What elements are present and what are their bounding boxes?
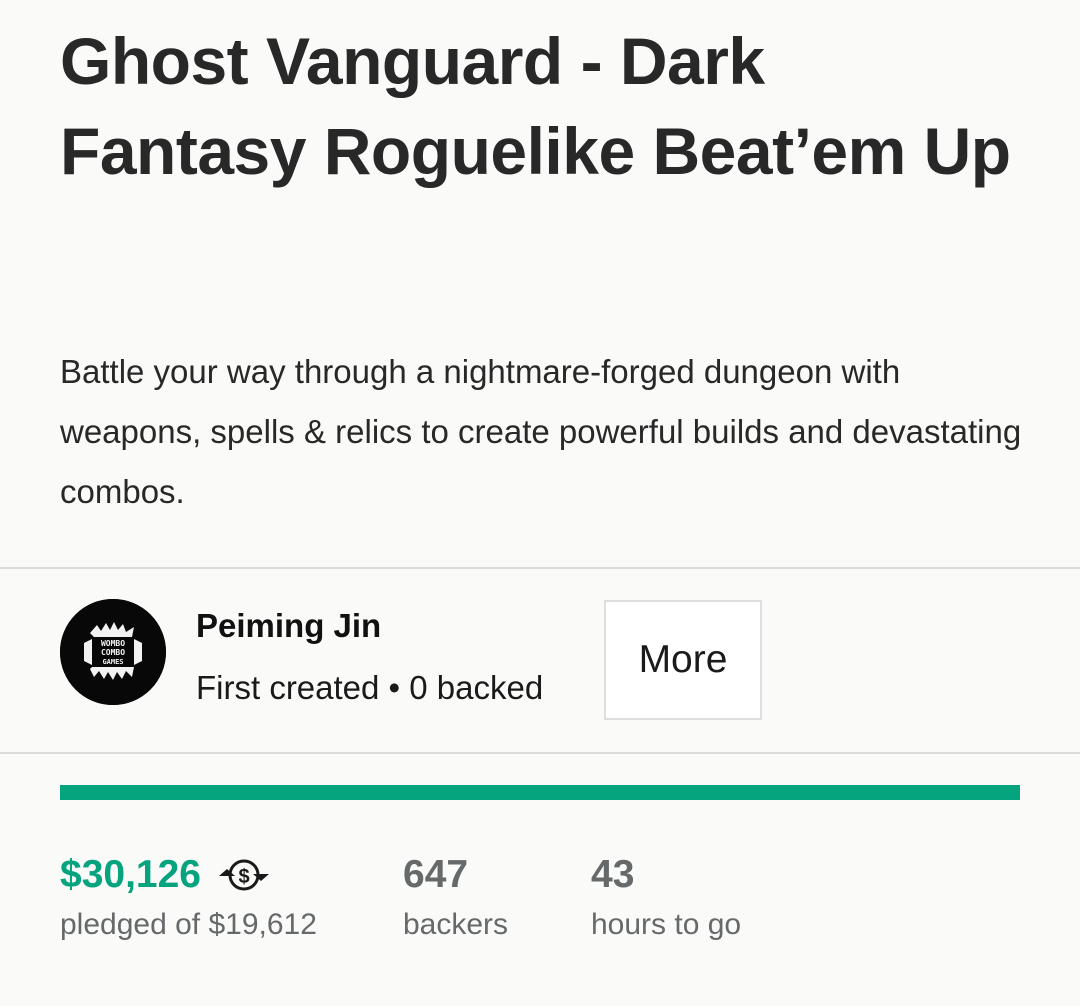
creator-stats: First created • 0 backed (196, 669, 544, 706)
project-page: Ghost Vanguard - Dark Fantasy Roguelike … (0, 0, 1080, 1006)
currency-conversion-icon[interactable]: $ (217, 851, 271, 899)
wombo-combo-logo: WOMBO COMBO GAMES (60, 599, 166, 705)
time-left-stat: 43 hours to go (591, 850, 741, 950)
pledged-label: pledged of $19,612 (60, 908, 317, 941)
backers-stat: 647 backers (403, 850, 508, 950)
time-left-label: hours to go (591, 908, 742, 941)
creator-name[interactable]: Peiming Jin (196, 607, 381, 645)
project-blurb: Battle your way through a nightmare-forg… (60, 353, 1022, 510)
time-left-value: 43 (591, 853, 635, 896)
svg-text:GAMES: GAMES (102, 658, 123, 666)
more-button[interactable]: More (604, 600, 762, 720)
project-title: Ghost Vanguard - Dark Fantasy Roguelike … (60, 24, 1011, 188)
backers-count: 647 (403, 853, 469, 896)
backers-label: backers (403, 908, 509, 941)
creator-section: WOMBO COMBO GAMES Peiming Jin First crea… (0, 569, 1080, 752)
pledged-amount: $30,126 (60, 853, 201, 896)
pledged-stat: $30,126 $ pledged of $19,612 (60, 850, 317, 950)
creator-avatar[interactable]: WOMBO COMBO GAMES (60, 599, 166, 705)
pledged-value-row: $30,126 $ (60, 850, 317, 900)
svg-text:WOMBO: WOMBO (101, 639, 125, 648)
svg-text:COMBO: COMBO (101, 648, 125, 657)
divider (0, 752, 1080, 754)
funding-progress-fill (60, 785, 1020, 800)
funding-progress-bar (60, 785, 1020, 800)
svg-text:$: $ (238, 866, 249, 888)
